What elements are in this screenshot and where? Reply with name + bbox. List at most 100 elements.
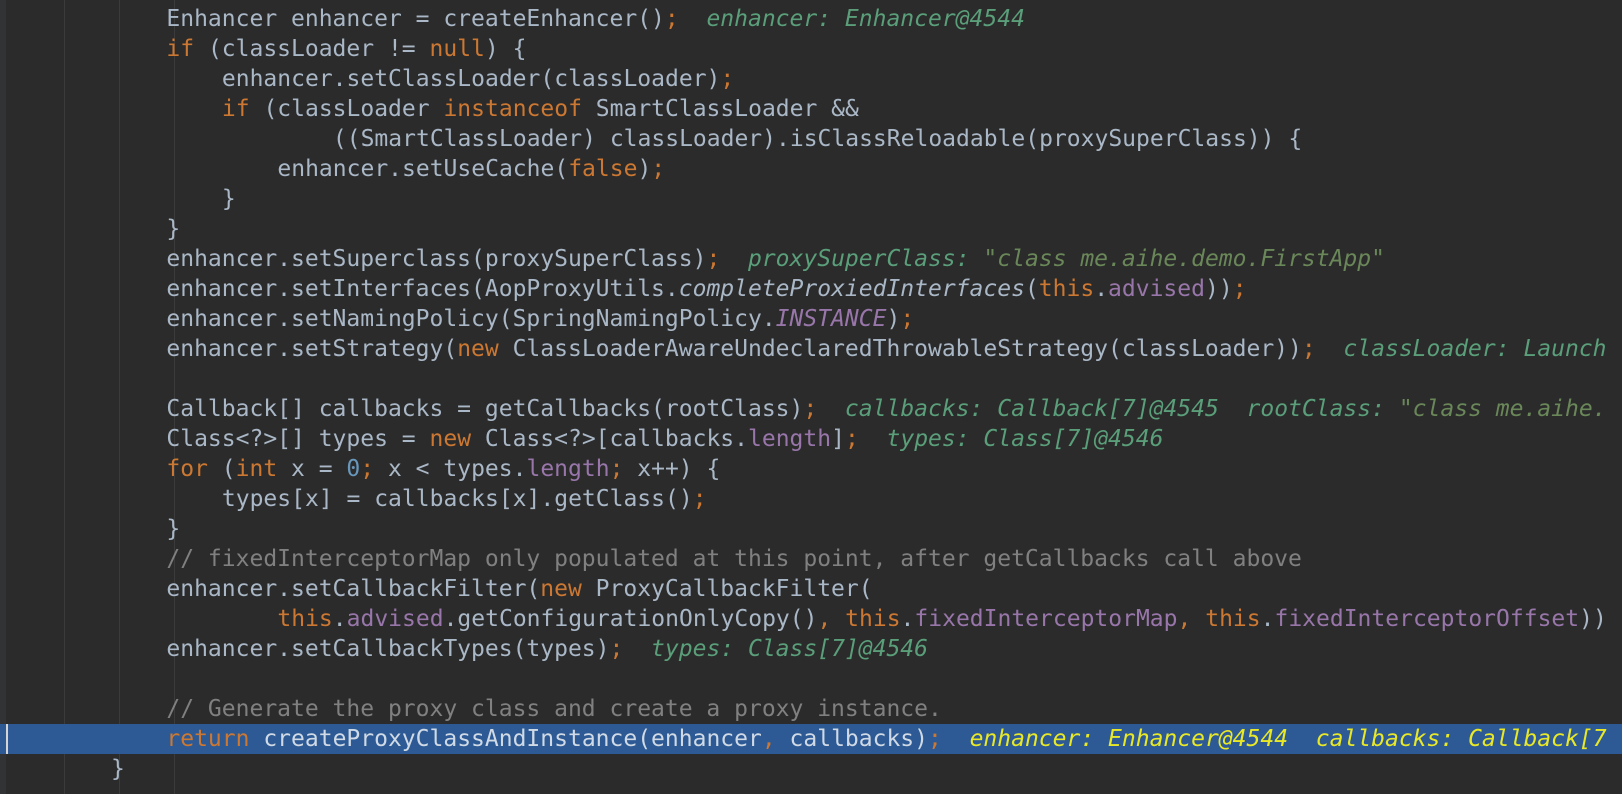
code-token: ) bbox=[637, 156, 652, 182]
code-line-content: enhancer.setCallbackTypes(types); types:… bbox=[166, 634, 928, 664]
code-line[interactable]: enhancer.setCallbackFilter(new ProxyCall… bbox=[0, 574, 1622, 604]
execution-point-marker bbox=[6, 724, 8, 754]
code-token: enhancer.setStrategy( bbox=[166, 336, 458, 362]
code-editor[interactable]: Enhancer enhancer = createEnhancer(); en… bbox=[0, 0, 1622, 794]
code-token: ProxyCallbackFilter( bbox=[595, 576, 873, 602]
code-line[interactable]: for (int x = 0; x < types.length; x++) { bbox=[0, 454, 1622, 484]
code-token: . bbox=[900, 606, 915, 632]
code-token: fixedInterceptorMap bbox=[914, 606, 1178, 632]
debug-inline-value: types: Class[7]@4546 bbox=[858, 426, 1164, 452]
code-line[interactable]: } bbox=[0, 214, 1622, 244]
code-token: , bbox=[817, 606, 846, 632]
code-token: ; bbox=[1301, 336, 1316, 362]
code-token: SmartClassLoader && bbox=[595, 96, 859, 122]
code-line[interactable] bbox=[0, 364, 1622, 394]
code-token: ; bbox=[706, 246, 721, 272]
code-token: ; bbox=[692, 486, 707, 512]
code-token: length bbox=[526, 456, 610, 482]
code-token: if bbox=[166, 36, 208, 62]
code-token: ; bbox=[928, 726, 942, 752]
code-token: createProxyClassAndInstance(enhancer bbox=[263, 726, 762, 752]
code-token: new bbox=[540, 576, 596, 602]
code-line-content: } bbox=[222, 184, 236, 214]
code-token: return bbox=[166, 726, 264, 752]
code-token: (classLoader bbox=[263, 96, 444, 122]
code-line-content: enhancer.setClassLoader(classLoader); bbox=[222, 64, 734, 94]
code-token: ) { bbox=[484, 36, 527, 62]
code-token: ; bbox=[360, 456, 388, 482]
code-line[interactable]: if (classLoader != null) { bbox=[0, 34, 1622, 64]
code-line[interactable]: Callback[] callbacks = getCallbacks(root… bbox=[0, 394, 1622, 424]
code-token: } bbox=[111, 756, 125, 782]
code-line[interactable]: } bbox=[0, 754, 1622, 784]
code-comment: // fixedInterceptorMap only populated at… bbox=[166, 546, 1302, 572]
debug-inline-value: "class me.aihe. bbox=[1398, 396, 1607, 422]
code-line[interactable]: enhancer.setClassLoader(classLoader); bbox=[0, 64, 1622, 94]
code-line[interactable]: } bbox=[0, 514, 1622, 544]
code-line[interactable]: enhancer.setUseCache(false); bbox=[0, 154, 1622, 184]
code-token: ( bbox=[221, 456, 236, 482]
code-line[interactable]: // fixedInterceptorMap only populated at… bbox=[0, 544, 1622, 574]
code-token: ( bbox=[1024, 276, 1039, 302]
code-token: advised bbox=[1108, 276, 1205, 302]
debug-inline-value: "class me.aihe.demo.FirstApp" bbox=[983, 246, 1385, 272]
code-token: )) bbox=[1579, 606, 1607, 632]
code-token: x = bbox=[291, 456, 347, 482]
code-line-content: enhancer.setInterfaces(AopProxyUtils.com… bbox=[166, 274, 1246, 304]
code-token: enhancer.setCallbackTypes(types) bbox=[166, 636, 610, 662]
code-line-content: return createProxyClassAndInstance(enhan… bbox=[166, 724, 1606, 754]
code-line[interactable]: enhancer.setSuperclass(proxySuperClass);… bbox=[0, 244, 1622, 274]
code-token: this bbox=[845, 606, 901, 632]
code-token: INSTANCE bbox=[775, 306, 887, 332]
code-lines[interactable]: Enhancer enhancer = createEnhancer(); en… bbox=[0, 4, 1622, 784]
code-token: this bbox=[1205, 606, 1261, 632]
debug-inline-value: types: Class[7]@4546 bbox=[623, 636, 928, 662]
code-line-content: // Generate the proxy class and create a… bbox=[166, 694, 941, 724]
code-line[interactable]: if (classLoader instanceof SmartClassLoa… bbox=[0, 94, 1622, 124]
code-line[interactable]: ((SmartClassLoader) classLoader).isClass… bbox=[0, 124, 1622, 154]
code-line[interactable]: enhancer.setNamingPolicy(SpringNamingPol… bbox=[0, 304, 1622, 334]
code-token: Enhancer enhancer = createEnhancer() bbox=[166, 6, 665, 32]
code-line[interactable]: Enhancer enhancer = createEnhancer(); en… bbox=[0, 4, 1622, 34]
code-token: callbacks) bbox=[789, 726, 929, 752]
code-line-content: } bbox=[111, 754, 125, 784]
code-token: new bbox=[457, 336, 513, 362]
code-token: int bbox=[235, 456, 292, 482]
code-line[interactable]: enhancer.setStrategy(new ClassLoaderAwar… bbox=[0, 334, 1622, 364]
code-token: enhancer.setInterfaces(AopProxyUtils. bbox=[166, 276, 679, 302]
code-token: enhancer.setCallbackFilter( bbox=[166, 576, 541, 602]
code-line-content: } bbox=[166, 214, 180, 244]
code-token: } bbox=[166, 516, 181, 542]
code-token: false bbox=[568, 156, 638, 182]
code-line[interactable]: // Generate the proxy class and create a… bbox=[0, 694, 1622, 724]
code-token: ; bbox=[651, 156, 666, 182]
code-token: ; bbox=[803, 396, 818, 422]
code-comment: // Generate the proxy class and create a… bbox=[166, 696, 942, 722]
code-line[interactable] bbox=[0, 664, 1622, 694]
code-token: completeProxiedInterfaces bbox=[678, 276, 1025, 302]
debug-inline-value: classLoader: Launch bbox=[1315, 336, 1607, 362]
code-token: Callback[] callbacks = getCallbacks(root… bbox=[166, 396, 804, 422]
code-line-content: Callback[] callbacks = getCallbacks(root… bbox=[166, 394, 1606, 424]
code-token: new bbox=[429, 426, 485, 452]
code-line[interactable]: enhancer.setCallbackTypes(types); types:… bbox=[0, 634, 1622, 664]
code-line[interactable]: } bbox=[0, 184, 1622, 214]
code-line[interactable]: Class<?>[] types = new Class<?>[callback… bbox=[0, 424, 1622, 454]
code-token: , bbox=[761, 726, 790, 752]
code-token: . bbox=[332, 606, 347, 632]
code-token: ClassLoaderAwareUndeclaredThrowableStrat… bbox=[512, 336, 1302, 362]
code-token: ((SmartClassLoader) classLoader).isClass… bbox=[332, 126, 1303, 152]
code-line-content: this.advised.getConfigurationOnlyCopy(),… bbox=[277, 604, 1606, 634]
code-token: ) bbox=[886, 306, 901, 332]
code-line[interactable]: types[x] = callbacks[x].getClass(); bbox=[0, 484, 1622, 514]
code-line[interactable]: this.advised.getConfigurationOnlyCopy(),… bbox=[0, 604, 1622, 634]
code-token: enhancer.setClassLoader(classLoader) bbox=[221, 66, 721, 92]
code-token: ; bbox=[900, 306, 915, 332]
code-line[interactable]: enhancer.setInterfaces(AopProxyUtils.com… bbox=[0, 274, 1622, 304]
code-line-content: enhancer.setNamingPolicy(SpringNamingPol… bbox=[166, 304, 914, 334]
code-line-content: ((SmartClassLoader) classLoader).isClass… bbox=[333, 124, 1302, 154]
code-token: fixedInterceptorOffset bbox=[1274, 606, 1580, 632]
current-execution-line[interactable]: return createProxyClassAndInstance(enhan… bbox=[0, 724, 1622, 754]
code-line-content: for (int x = 0; x < types.length; x++) { bbox=[166, 454, 720, 484]
code-line-content: enhancer.setSuperclass(proxySuperClass);… bbox=[166, 244, 1385, 274]
